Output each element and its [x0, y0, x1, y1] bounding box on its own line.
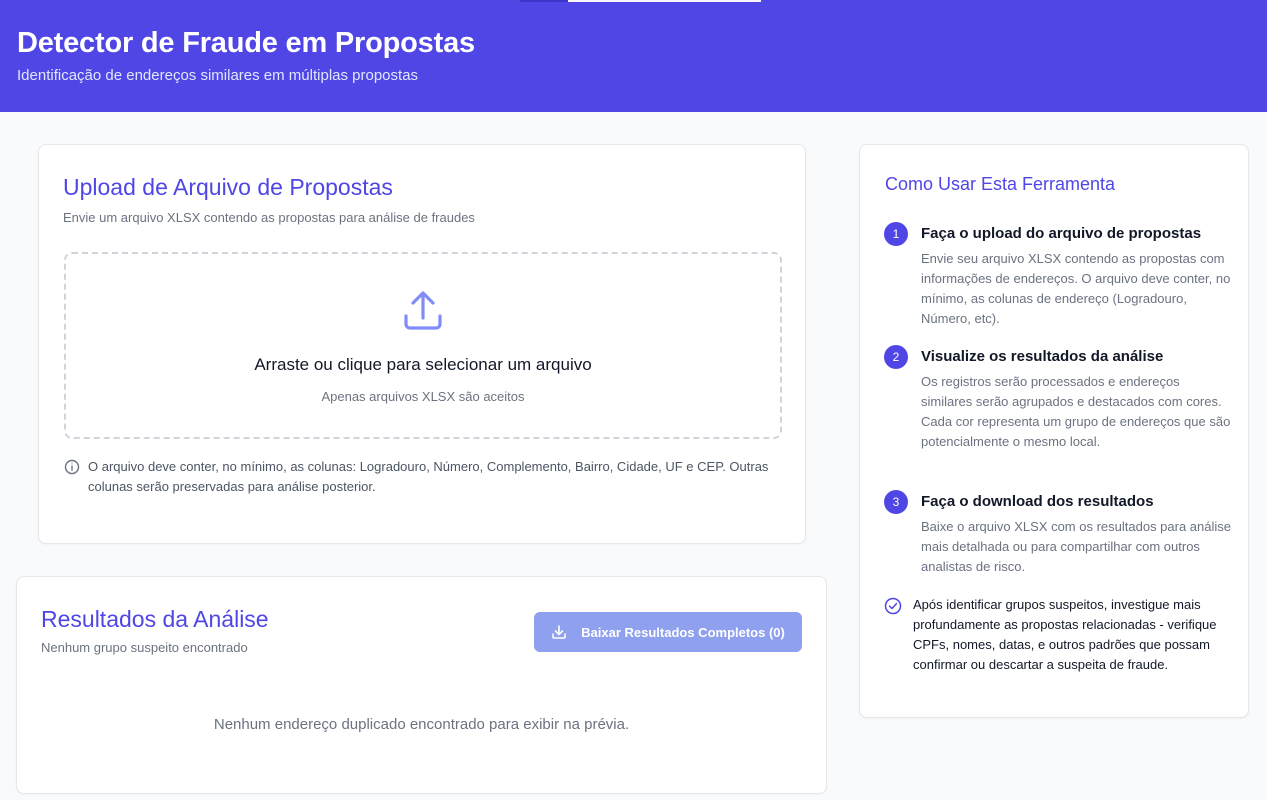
step-description: Baixe o arquivo XLSX com os resultados p…: [921, 519, 1232, 574]
upload-card: Upload de Arquivo de Propostas Envie um …: [38, 144, 806, 544]
columns-note-text: O arquivo deve conter, no mínimo, as col…: [88, 459, 769, 494]
app-header: Detector de Fraude em Propostas Identifi…: [0, 0, 1267, 112]
file-dropzone[interactable]: Arraste ou clique para selecionar um arq…: [64, 252, 782, 439]
upload-description: Envie um arquivo XLSX contendo as propos…: [63, 210, 475, 225]
step-number-badge: 1: [884, 222, 908, 246]
results-card: Resultados da Análise Nenhum grupo suspe…: [16, 576, 827, 794]
dropzone-title: Arraste ou clique para selecionar um arq…: [254, 355, 592, 374]
step-description: Os registros serão processados e endereç…: [921, 374, 1231, 449]
step-number-badge: 2: [884, 345, 908, 369]
help-tip-text: Após identificar grupos suspeitos, inves…: [913, 597, 1217, 672]
help-card: Como Usar Esta Ferramenta 1 Faça o uploa…: [859, 144, 1249, 718]
download-results-label: Baixar Resultados Completos (0): [581, 624, 785, 640]
upload-title: Upload de Arquivo de Propostas: [63, 174, 393, 200]
results-title: Resultados da Análise: [41, 606, 269, 632]
results-description: Nenhum grupo suspeito encontrado: [41, 640, 248, 655]
step-title: Faça o upload do arquivo de propostas: [921, 225, 1202, 242]
download-results-button[interactable]: Baixar Resultados Completos (0): [534, 612, 802, 652]
app-subtitle: Identificação de endereços similares em …: [17, 67, 419, 84]
check-circle-icon: [884, 597, 902, 615]
app-title: Detector de Fraude em Propostas: [17, 27, 475, 59]
step-title: Visualize os resultados da análise: [921, 348, 1164, 365]
empty-results-message: Nenhum endereço duplicado encontrado par…: [213, 716, 630, 733]
step-number-badge: 3: [884, 490, 908, 514]
dropzone-hint: Apenas arquivos XLSX são aceitos: [321, 389, 525, 404]
info-icon: [64, 459, 80, 475]
help-title: Como Usar Esta Ferramenta: [885, 174, 1116, 194]
step-title: Faça o download dos resultados: [921, 493, 1154, 510]
top-progress-indicator: [520, 0, 568, 2]
upload-icon: [404, 291, 442, 330]
download-icon: [552, 625, 566, 639]
step-description: Envie seu arquivo XLSX contendo as propo…: [921, 251, 1231, 326]
